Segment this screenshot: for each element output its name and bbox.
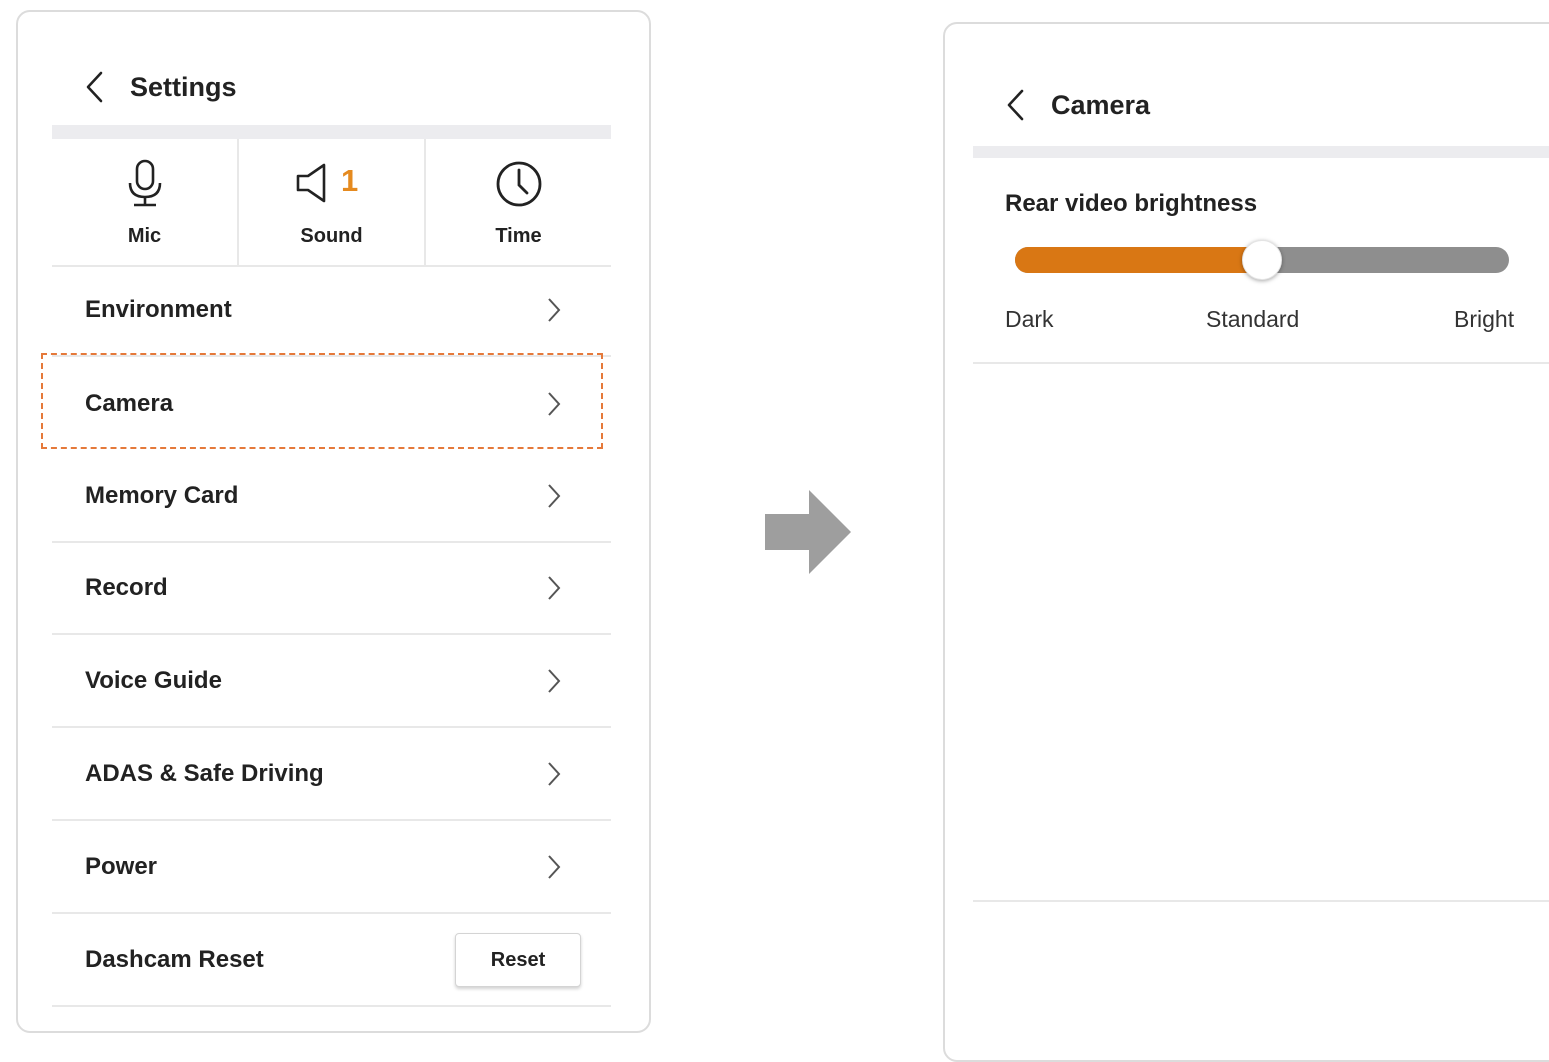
page-title: Settings bbox=[130, 71, 237, 102]
back-arrow-icon[interactable] bbox=[84, 70, 106, 104]
menu-item-label: Camera bbox=[85, 390, 174, 417]
section-divider bbox=[973, 900, 1549, 902]
slider-mid-label: Standard bbox=[1206, 306, 1300, 332]
transition-arrow-icon bbox=[765, 490, 851, 574]
quick-setting-time[interactable]: Time bbox=[424, 139, 611, 265]
settings-screen: Settings Mic 1 Sound Time Environment Ca… bbox=[16, 10, 651, 1033]
chevron-right-icon bbox=[548, 855, 561, 879]
chevron-right-icon bbox=[548, 669, 561, 693]
slider-min-label: Dark bbox=[1005, 306, 1054, 332]
rear-brightness-label: Rear video brightness bbox=[1005, 190, 1258, 217]
menu-item-label: Power bbox=[85, 853, 158, 880]
settings-header: Settings bbox=[84, 70, 237, 104]
quick-setting-label: Sound bbox=[300, 225, 363, 247]
microphone-icon bbox=[128, 159, 161, 207]
slider-thumb[interactable] bbox=[1242, 240, 1282, 280]
speaker-icon bbox=[296, 163, 325, 203]
menu-item-camera[interactable]: Camera bbox=[52, 358, 611, 450]
slider-fill bbox=[1015, 247, 1262, 273]
menu-item-record[interactable]: Record bbox=[52, 543, 611, 635]
menu-item-label: Voice Guide bbox=[85, 667, 222, 694]
dashcam-reset-label: Dashcam Reset bbox=[85, 946, 264, 973]
menu-item-voice-guide[interactable]: Voice Guide bbox=[52, 636, 611, 728]
quick-setting-sound[interactable]: 1 Sound bbox=[237, 139, 424, 265]
chevron-right-icon bbox=[548, 484, 561, 508]
sound-level-badge: 1 bbox=[341, 163, 359, 198]
menu-item-power[interactable]: Power bbox=[52, 822, 611, 914]
menu-item-adas[interactable]: ADAS & Safe Driving bbox=[52, 729, 611, 821]
camera-header: Camera bbox=[1005, 88, 1150, 122]
back-arrow-icon[interactable] bbox=[1005, 88, 1027, 122]
header-separator bbox=[52, 125, 611, 139]
chevron-right-icon bbox=[548, 392, 561, 416]
quick-settings-row: Mic 1 Sound Time bbox=[52, 139, 611, 267]
clock-icon bbox=[496, 161, 541, 207]
chevron-right-icon bbox=[548, 762, 561, 786]
page-title: Camera bbox=[1051, 89, 1151, 120]
header-separator bbox=[973, 146, 1549, 158]
camera-screen: Camera Rear video brightness Dark Standa… bbox=[943, 22, 1549, 1062]
dashcam-reset-row: Dashcam Reset Reset bbox=[52, 915, 611, 1007]
menu-item-label: Memory Card bbox=[85, 482, 239, 509]
quick-setting-label: Mic bbox=[127, 225, 162, 247]
chevron-right-icon bbox=[548, 576, 561, 600]
reset-button[interactable]: Reset bbox=[455, 933, 581, 987]
section-divider bbox=[973, 362, 1549, 364]
quick-setting-mic[interactable]: Mic bbox=[52, 139, 237, 265]
menu-item-label: ADAS & Safe Driving bbox=[85, 760, 324, 787]
menu-item-label: Environment bbox=[85, 296, 232, 323]
menu-item-memory-card[interactable]: Memory Card bbox=[52, 451, 611, 543]
slider-max-label: Bright bbox=[1454, 306, 1515, 332]
quick-setting-label: Time bbox=[495, 225, 542, 247]
brightness-slider[interactable] bbox=[1015, 240, 1509, 280]
menu-item-label: Record bbox=[85, 574, 168, 601]
chevron-right-icon bbox=[548, 298, 561, 322]
menu-item-environment[interactable]: Environment bbox=[52, 265, 611, 357]
